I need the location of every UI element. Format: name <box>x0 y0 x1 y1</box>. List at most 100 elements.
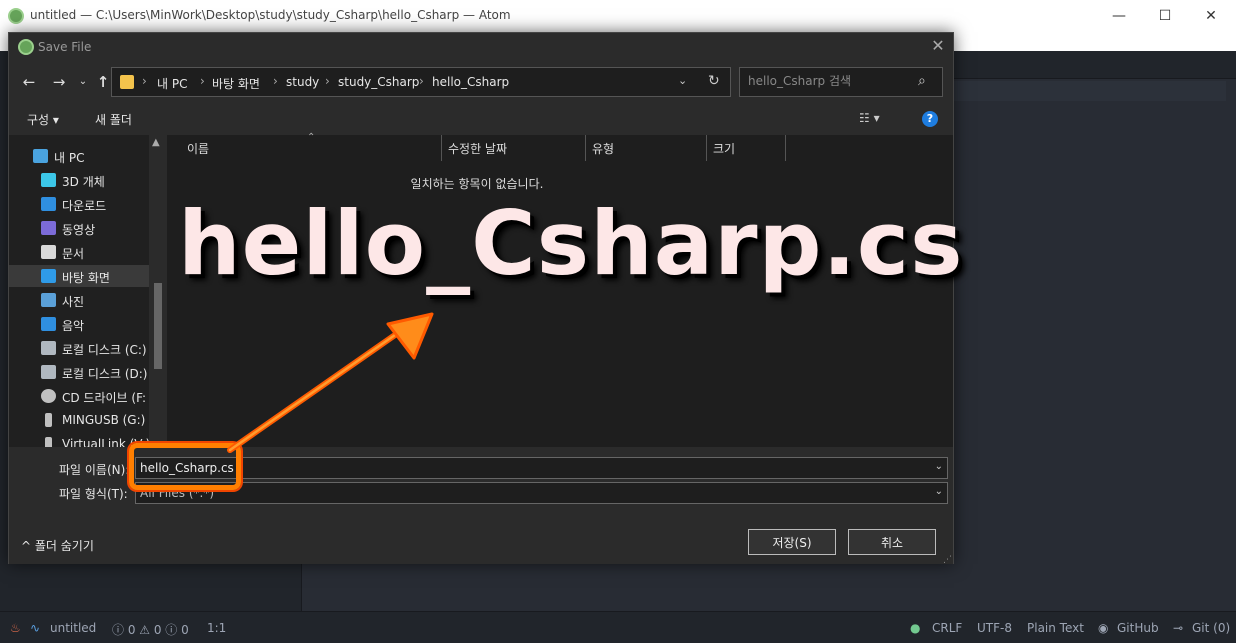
status-file-name[interactable]: untitled <box>50 621 96 635</box>
refresh-icon[interactable]: ↻ <box>708 73 720 89</box>
encoding-selector[interactable]: UTF-8 <box>977 621 1012 635</box>
status-dot-icon: ● <box>910 621 921 635</box>
download-icon <box>41 197 56 211</box>
video-icon <box>41 221 56 235</box>
column-date-modified[interactable]: 수정한 날짜 <box>448 140 507 157</box>
column-name[interactable]: 이름 <box>187 140 209 157</box>
forward-arrow-icon[interactable]: → <box>49 72 69 92</box>
address-bar[interactable]: › 내 PC › 바탕 화면 › study › study_Csharp › … <box>111 67 731 97</box>
github-button[interactable]: GitHub <box>1117 621 1159 635</box>
nav-item-label: 문서 <box>62 247 85 261</box>
nav-item-documents[interactable]: 문서 <box>9 241 159 263</box>
nav-item-label: 로컬 디스크 (C:) <box>62 343 147 357</box>
usb-icon <box>45 437 52 447</box>
dialog-toolbar: 구성 ▾ 새 폴더 ☷ ▾ ? <box>9 105 953 135</box>
pulse-icon: ∿ <box>30 621 41 635</box>
desktop-icon <box>41 269 56 283</box>
nav-item-mingusb[interactable]: MINGUSB (G:) <box>9 409 159 431</box>
nav-item-local-disk-d[interactable]: 로컬 디스크 (D:) <box>9 361 159 383</box>
diagnostics-counter[interactable]: ⓘ 0 ⚠ 0 ⓘ 0 <box>112 621 189 638</box>
dialog-titlebar: Save File ✕ <box>9 33 953 61</box>
minimize-button[interactable]: — <box>1096 0 1142 32</box>
breadcrumb-desktop[interactable]: 바탕 화면 <box>212 75 260 92</box>
scrollbar-thumb[interactable] <box>154 283 162 369</box>
nav-item-this-pc[interactable]: 내 PC <box>9 145 159 167</box>
nav-item-label: 음악 <box>62 319 85 333</box>
nav-item-label: 다운로드 <box>62 199 107 213</box>
nav-item-pictures[interactable]: 사진 <box>9 289 159 311</box>
new-folder-button[interactable]: 새 폴더 <box>95 111 132 128</box>
atom-titlebar: untitled — C:\Users\MinWork\Desktop\stud… <box>0 0 1236 32</box>
resize-grip-icon[interactable]: ⋰ <box>943 555 952 565</box>
cursor-position[interactable]: 1:1 <box>207 621 226 635</box>
cursor-line <box>952 81 1226 101</box>
breadcrumb-study[interactable]: study <box>286 75 319 89</box>
overlay-caption: hello_Csharp.cs <box>178 192 964 295</box>
nav-item-label: 사진 <box>62 295 85 309</box>
nav-item-cd-drive[interactable]: CD 드라이브 (F: <box>9 385 159 407</box>
breadcrumb-this-pc[interactable]: 내 PC <box>157 75 187 92</box>
drive-icon <box>41 365 56 379</box>
organize-button[interactable]: 구성 ▾ <box>27 111 59 128</box>
music-icon <box>41 317 56 331</box>
git-button[interactable]: Git (0) <box>1192 621 1230 635</box>
nav-scrollbar[interactable]: ▲ <box>149 135 167 447</box>
fire-icon: ♨ <box>10 621 21 635</box>
chevron-down-icon[interactable]: ⌄ <box>935 461 943 472</box>
empty-folder-message: 일치하는 항목이 없습니다. <box>410 177 544 191</box>
view-options-button[interactable]: ☷ ▾ <box>859 111 880 125</box>
line-ending-selector[interactable]: CRLF <box>932 621 962 635</box>
atom-logo-icon <box>18 39 34 55</box>
nav-item-3d-objects[interactable]: 3D 개체 <box>9 169 159 191</box>
status-bar: ♨ ∿ untitled ⓘ 0 ⚠ 0 ⓘ 0 1:1 ● CRLF UTF-… <box>0 611 1236 643</box>
github-icon: ◉ <box>1098 621 1109 635</box>
column-size[interactable]: 크기 <box>713 140 735 157</box>
nav-item-desktop[interactable]: 바탕 화면 <box>9 265 159 287</box>
nav-item-label: 동영상 <box>62 223 96 237</box>
search-box[interactable]: ⌕ <box>739 67 943 97</box>
pointer-arrow <box>227 312 434 453</box>
nav-item-downloads[interactable]: 다운로드 <box>9 193 159 215</box>
document-icon <box>41 245 56 259</box>
nav-item-videos[interactable]: 동영상 <box>9 217 159 239</box>
filename-label: 파일 이름(N): <box>59 463 130 477</box>
folder-icon <box>120 75 134 89</box>
column-type[interactable]: 유형 <box>592 140 614 157</box>
save-button[interactable]: 저장(S) <box>748 529 836 555</box>
picture-icon <box>41 293 56 307</box>
cd-icon <box>41 389 56 403</box>
filetype-select[interactable]: All Files (*.*) ⌄ <box>135 482 948 504</box>
maximize-button[interactable]: ☐ <box>1142 0 1188 32</box>
chevron-down-icon[interactable]: ⌄ <box>678 74 687 87</box>
cube-icon <box>41 173 56 187</box>
filename-field[interactable]: hello_Csharp.cs ⌄ <box>135 457 948 479</box>
sort-up-icon: ⌃ <box>307 132 316 143</box>
dialog-close-button[interactable]: ✕ <box>929 37 947 55</box>
dialog-title: Save File <box>38 40 92 54</box>
chevron-down-icon[interactable]: ⌄ <box>935 486 943 497</box>
close-window-button[interactable]: ✕ <box>1188 0 1234 32</box>
help-icon[interactable]: ? <box>922 111 938 127</box>
hide-folders-button[interactable]: ^ 폴더 숨기기 <box>21 537 94 554</box>
nav-item-label: 내 PC <box>54 151 85 165</box>
usb-icon <box>45 413 52 427</box>
cancel-button[interactable]: 취소 <box>848 529 936 555</box>
nav-item-music[interactable]: 음악 <box>9 313 159 335</box>
up-arrow-icon[interactable]: ↑ <box>93 72 113 92</box>
search-input[interactable] <box>748 74 908 88</box>
breadcrumb-study-csharp[interactable]: study_Csharp <box>338 75 419 89</box>
nav-item-label: 3D 개체 <box>62 175 105 189</box>
nav-item-local-disk-c[interactable]: 로컬 디스크 (C:) <box>9 337 159 359</box>
window-title: untitled — C:\Users\MinWork\Desktop\stud… <box>30 8 511 22</box>
grammar-selector[interactable]: Plain Text <box>1027 621 1084 635</box>
nav-item-label: CD 드라이브 (F: <box>62 391 147 405</box>
pc-icon <box>33 149 48 163</box>
search-icon[interactable]: ⌕ <box>918 73 926 89</box>
recent-locations-icon[interactable]: ⌄ <box>73 72 93 92</box>
back-arrow-icon[interactable]: ← <box>19 72 39 92</box>
scroll-up-icon[interactable]: ▲ <box>152 137 160 148</box>
navigation-pane[interactable]: 내 PC 3D 개체 다운로드 동영상 문서 바탕 화면 사진 음악 로컬 디스… <box>9 135 167 447</box>
git-icon: ⊸ <box>1173 621 1184 635</box>
filetype-label: 파일 형식(T): <box>59 487 128 501</box>
breadcrumb-hello-csharp[interactable]: hello_Csharp <box>432 75 509 89</box>
